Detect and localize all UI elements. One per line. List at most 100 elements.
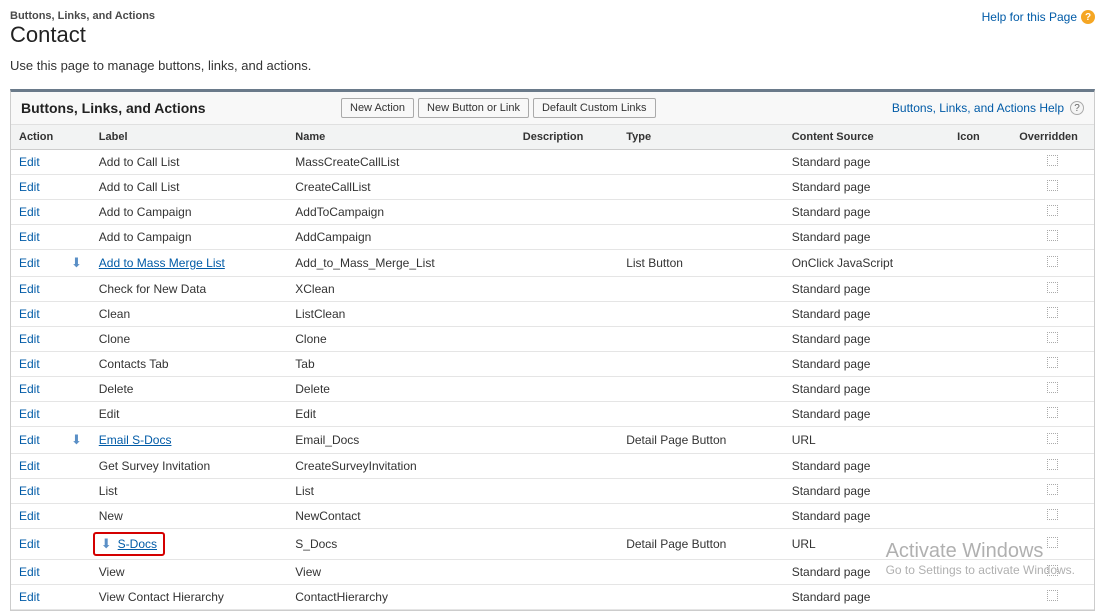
row-name: NewContact [287,504,515,529]
row-description [515,454,618,479]
row-icon [949,427,1011,454]
actions-table: Action Label Name Description Type Conte… [11,125,1094,610]
row-content-source: Standard page [784,352,949,377]
edit-link[interactable]: Edit [19,357,40,371]
row-icon [949,479,1011,504]
row-overridden [1011,175,1094,200]
row-content-source: Standard page [784,175,949,200]
edit-link[interactable]: Edit [19,230,40,244]
edit-link[interactable]: Edit [19,407,40,421]
edit-link[interactable]: Edit [19,565,40,579]
row-label: Delete [99,382,134,396]
overridden-checkbox [1047,407,1058,418]
row-label: Get Survey Invitation [99,459,210,473]
table-row: EditEditEditStandard page [11,402,1094,427]
help-icon: ? [1081,10,1095,24]
table-row: Edit⬇S-DocsS_DocsDetail Page ButtonURL [11,529,1094,560]
row-type [618,150,783,175]
table-row: EditAdd to CampaignAddCampaignStandard p… [11,225,1094,250]
row-content-source: Standard page [784,585,949,610]
row-name: MassCreateCallList [287,150,515,175]
table-row: EditContacts TabTabStandard page [11,352,1094,377]
edit-link[interactable]: Edit [19,433,40,447]
panel-help-link[interactable]: Buttons, Links, and Actions Help [892,101,1064,115]
edit-link[interactable]: Edit [19,180,40,194]
row-name: Delete [287,377,515,402]
row-name: CreateSurveyInvitation [287,454,515,479]
overridden-checkbox [1047,332,1058,343]
row-overridden [1011,504,1094,529]
row-description [515,479,618,504]
row-icon [949,560,1011,585]
row-name: View [287,560,515,585]
row-label: List [99,484,118,498]
row-label: View Contact Hierarchy [99,590,224,604]
row-name: Tab [287,352,515,377]
column-label: Label [91,125,288,150]
edit-link[interactable]: Edit [19,537,40,551]
row-type [618,225,783,250]
page-title: Contact [10,22,155,48]
edit-link[interactable]: Edit [19,459,40,473]
row-label: Add to Call List [99,155,180,169]
column-description: Description [515,125,618,150]
row-icon [949,250,1011,277]
overridden-checkbox [1047,155,1058,166]
edit-link[interactable]: Edit [19,205,40,219]
row-overridden [1011,150,1094,175]
table-row: EditDeleteDeleteStandard page [11,377,1094,402]
overridden-checkbox [1047,256,1058,267]
new-button-or-link-button[interactable]: New Button or Link [418,98,529,118]
row-overridden [1011,402,1094,427]
row-overridden [1011,250,1094,277]
row-name: XClean [287,277,515,302]
default-custom-links-button[interactable]: Default Custom Links [533,98,656,118]
edit-link[interactable]: Edit [19,332,40,346]
row-icon [949,327,1011,352]
edit-link[interactable]: Edit [19,282,40,296]
row-label: Add to Campaign [99,230,192,244]
row-icon [949,352,1011,377]
overridden-checkbox [1047,509,1058,520]
row-content-source: OnClick JavaScript [784,250,949,277]
help-for-this-page-link[interactable]: Help for this Page ? [982,10,1095,24]
table-row: EditAdd to CampaignAddToCampaignStandard… [11,200,1094,225]
edit-link[interactable]: Edit [19,382,40,396]
edit-link[interactable]: Edit [19,590,40,604]
row-label: Add to Call List [99,180,180,194]
row-type [618,175,783,200]
row-icon [949,200,1011,225]
edit-link[interactable]: Edit [19,155,40,169]
row-description [515,200,618,225]
row-type [618,327,783,352]
row-overridden [1011,377,1094,402]
edit-link[interactable]: Edit [19,484,40,498]
edit-link[interactable]: Edit [19,256,40,270]
row-content-source: Standard page [784,277,949,302]
row-label-link[interactable]: Email S-Docs [99,433,172,447]
edit-link[interactable]: Edit [19,307,40,321]
row-overridden [1011,352,1094,377]
row-icon [949,225,1011,250]
row-name: Add_to_Mass_Merge_List [287,250,515,277]
row-name: Edit [287,402,515,427]
row-overridden [1011,225,1094,250]
row-label-link[interactable]: Add to Mass Merge List [99,256,225,270]
table-row: EditCleanListCleanStandard page [11,302,1094,327]
edit-link[interactable]: Edit [19,509,40,523]
column-icon-spacer [63,125,91,150]
overridden-checkbox [1047,382,1058,393]
overridden-checkbox [1047,230,1058,241]
new-action-button[interactable]: New Action [341,98,414,118]
row-type [618,504,783,529]
table-row: EditCheck for New DataXCleanStandard pag… [11,277,1094,302]
overridden-checkbox [1047,565,1058,576]
row-icon [949,402,1011,427]
row-description [515,529,618,560]
table-row: EditListListStandard page [11,479,1094,504]
table-row: EditNewNewContactStandard page [11,504,1094,529]
row-label-link[interactable]: S-Docs [118,537,157,551]
overridden-checkbox [1047,433,1058,444]
table-row: EditView Contact HierarchyContactHierarc… [11,585,1094,610]
row-content-source: Standard page [784,479,949,504]
